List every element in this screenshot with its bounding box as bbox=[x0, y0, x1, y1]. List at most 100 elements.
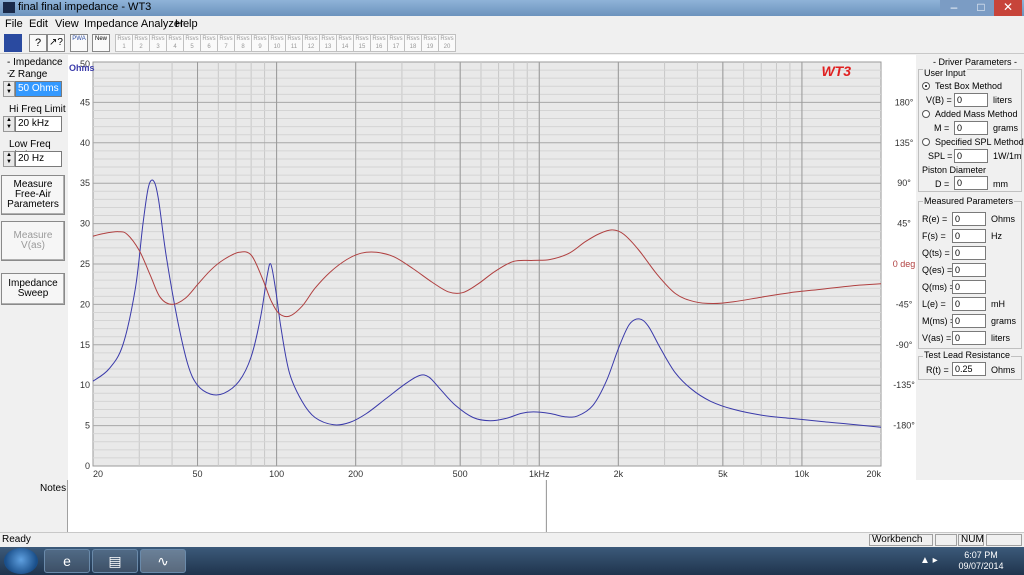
memory-slot-20[interactable]: Rsvs 20 bbox=[438, 34, 456, 52]
phase-tick-label: -90° bbox=[896, 340, 913, 350]
explorer-icon[interactable]: ▤ bbox=[92, 549, 138, 573]
window-title: final final impedance - WT3 bbox=[18, 1, 152, 13]
menu-impedance-analyzer[interactable]: Impedance Analyzer bbox=[84, 18, 184, 30]
notes-area: Notes: bbox=[0, 480, 1024, 532]
notes-field-right[interactable] bbox=[546, 480, 1024, 532]
y-tick-label: 5 bbox=[85, 421, 90, 431]
help-icon[interactable]: ? bbox=[29, 34, 47, 52]
memory-slot-17[interactable]: Rsvs 17 bbox=[387, 34, 405, 52]
spl-radio[interactable] bbox=[922, 138, 930, 146]
clock[interactable]: 6:07 PM 09/07/2014 bbox=[958, 550, 1004, 572]
menu-bar: File Edit View Impedance Analyzer Help bbox=[0, 16, 1024, 32]
chart-tool-icon[interactable] bbox=[4, 34, 22, 52]
tray-icons[interactable]: ▲ ▸ bbox=[920, 555, 938, 566]
measured-value-field[interactable]: 0 bbox=[952, 229, 986, 243]
start-button[interactable] bbox=[4, 548, 38, 574]
measured-label: F(s) = bbox=[922, 231, 946, 241]
left-panel: - Impedance - Z Range ▲ ▼ 50 Ohms Hi Freq… bbox=[0, 55, 68, 480]
phase-tick-label: -180° bbox=[893, 421, 915, 431]
memory-slot-16[interactable]: Rsvs 16 bbox=[370, 34, 388, 52]
measured-unit: Ohms bbox=[991, 214, 1016, 224]
minimize-button[interactable]: – bbox=[940, 0, 968, 16]
title-bar: final final impedance - WT3 – □ ✕ bbox=[0, 0, 1024, 16]
measured-value-field[interactable]: 0 bbox=[952, 263, 986, 277]
z-range-field[interactable]: 50 Ohms bbox=[15, 81, 62, 97]
m-unit: grams bbox=[993, 123, 1019, 133]
internet-explorer-icon[interactable]: e bbox=[44, 549, 90, 573]
added-mass-radio[interactable] bbox=[922, 110, 930, 118]
phase-tick-label: 135° bbox=[895, 138, 914, 148]
status-panel-empty bbox=[935, 534, 957, 546]
measured-value-field[interactable]: 0 bbox=[952, 280, 986, 294]
x-tick-label: 1kHz bbox=[529, 469, 550, 479]
memory-slot-11[interactable]: Rsvs 11 bbox=[285, 34, 303, 52]
memory-slot-2[interactable]: Rsvs 2 bbox=[132, 34, 150, 52]
d-field[interactable]: 0 bbox=[954, 176, 988, 190]
memory-slot-3[interactable]: Rsvs 3 bbox=[149, 34, 167, 52]
toolbar: ? ↗? PWA New Rsvs 1 Rsvs 2 Rsvs 3 Rsvs 4 Rsvs 5 Rs… bbox=[0, 32, 1024, 54]
phase-tick-label: 45° bbox=[897, 219, 911, 229]
user-input-title: User Input bbox=[923, 68, 967, 78]
menu-view[interactable]: View bbox=[55, 18, 79, 30]
y-tick-label: 35 bbox=[80, 178, 90, 188]
measured-value-field[interactable]: 0 bbox=[952, 212, 986, 226]
close-button[interactable]: ✕ bbox=[994, 0, 1022, 16]
x-tick-label: 100 bbox=[269, 469, 284, 479]
measured-value-field[interactable]: 0 bbox=[952, 331, 986, 345]
test-lead-title: Test Lead Resistance bbox=[923, 350, 1012, 360]
impedance-sweep-button[interactable]: Impedance Sweep bbox=[1, 273, 65, 305]
maximize-button[interactable]: □ bbox=[967, 0, 995, 16]
context-help-icon[interactable]: ↗? bbox=[47, 34, 65, 52]
d-unit: mm bbox=[993, 179, 1008, 189]
clock-date: 09/07/2014 bbox=[958, 561, 1004, 571]
hi-freq-field[interactable]: 20 kHz bbox=[15, 116, 62, 132]
measure-free-air-button[interactable]: Measure Free-Air Parameters bbox=[1, 175, 65, 215]
menu-help[interactable]: Help bbox=[175, 18, 198, 30]
x-tick-label: 200 bbox=[348, 469, 363, 479]
memory-slot-8[interactable]: Rsvs 8 bbox=[234, 34, 252, 52]
memory-slot-6[interactable]: Rsvs 6 bbox=[200, 34, 218, 52]
phase-tick-label: -135° bbox=[893, 380, 915, 390]
impedance-plot[interactable]: 0 5 10 15 20 25 30 35 40 45 50 Ohms 20 50 100 200 500 1kH… bbox=[68, 55, 916, 480]
spl-field[interactable]: 0 bbox=[954, 149, 988, 163]
memory-slot-14[interactable]: Rsvs 14 bbox=[336, 34, 354, 52]
memory-slot-5[interactable]: Rsvs 5 bbox=[183, 34, 201, 52]
rt-field[interactable]: 0.25 bbox=[952, 362, 986, 376]
wt3-taskbar-icon[interactable]: ∿ bbox=[140, 549, 186, 573]
y-tick-label: 0 bbox=[85, 461, 90, 471]
status-bar: Ready Workbench NUM bbox=[0, 532, 1024, 547]
x-tick-label: 10k bbox=[795, 469, 810, 479]
memory-slot-10[interactable]: Rsvs 10 bbox=[268, 34, 286, 52]
memory-slot-9[interactable]: Rsvs 9 bbox=[251, 34, 269, 52]
memory-slot-15[interactable]: Rsvs 15 bbox=[353, 34, 371, 52]
low-freq-field[interactable]: 20 Hz bbox=[15, 151, 62, 167]
measured-value-field[interactable]: 0 bbox=[952, 297, 986, 311]
memory-slot-18[interactable]: Rsvs 18 bbox=[404, 34, 422, 52]
memory-slot-4[interactable]: Rsvs 4 bbox=[166, 34, 184, 52]
memory-slot-7[interactable]: Rsvs 7 bbox=[217, 34, 235, 52]
measure-vas-button[interactable]: Measure V(as) bbox=[1, 221, 65, 261]
measured-value-field[interactable]: 0 bbox=[952, 246, 986, 260]
z-range-spinner[interactable]: ▲ ▼ bbox=[3, 81, 15, 97]
memory-slot-1[interactable]: Rsvs 1 bbox=[115, 34, 133, 52]
menu-edit[interactable]: Edit bbox=[29, 18, 48, 30]
menu-file[interactable]: File bbox=[5, 18, 23, 30]
measured-label: M(ms) = bbox=[922, 316, 956, 326]
d-label: D = bbox=[935, 179, 950, 189]
memory-slot-19[interactable]: Rsvs 19 bbox=[421, 34, 439, 52]
app-icon bbox=[3, 2, 15, 13]
memory-slot-12[interactable]: Rsvs 12 bbox=[302, 34, 320, 52]
measured-value-field[interactable]: 0 bbox=[952, 314, 986, 328]
memory-slot-13[interactable]: Rsvs 13 bbox=[319, 34, 337, 52]
low-freq-spinner[interactable]: ▲ ▼ bbox=[3, 151, 15, 167]
status-num: NUM bbox=[961, 534, 984, 545]
hi-freq-spinner[interactable]: ▲ ▼ bbox=[3, 116, 15, 132]
rt-label: R(t) = bbox=[926, 365, 949, 375]
notes-field[interactable] bbox=[67, 480, 545, 532]
test-box-radio[interactable] bbox=[922, 82, 930, 90]
vb-field[interactable]: 0 bbox=[954, 93, 988, 107]
y-tick-label: 40 bbox=[80, 138, 90, 148]
new-button[interactable]: New bbox=[92, 34, 110, 52]
pwa-button[interactable]: PWA bbox=[70, 34, 88, 52]
m-field[interactable]: 0 bbox=[954, 121, 988, 135]
